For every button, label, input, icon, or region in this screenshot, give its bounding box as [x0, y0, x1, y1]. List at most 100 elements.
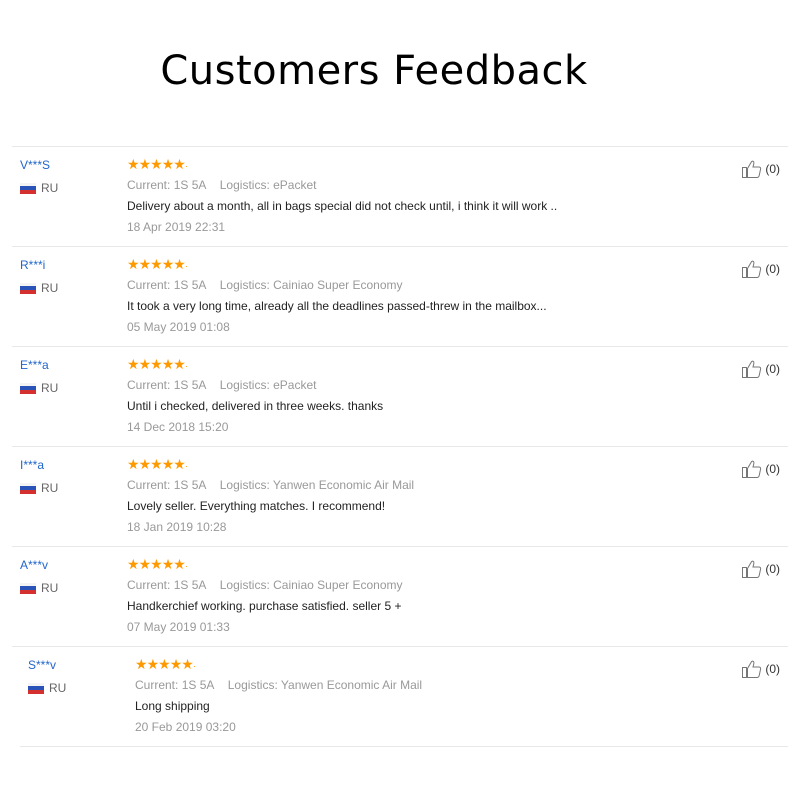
russia-flag-icon — [28, 682, 44, 694]
helpful-count: (0) — [765, 662, 780, 676]
logistics-label: Logistics: — [219, 378, 270, 392]
order-info: Current: 1S 5A Logistics: Cainiao Super … — [127, 578, 403, 592]
logistics-label: Logistics: — [219, 278, 270, 292]
logistics-value: Cainiao Super Economy — [273, 278, 403, 292]
buyer-name[interactable]: R***i — [20, 258, 45, 272]
star-icon: ★ — [127, 356, 140, 372]
rating-stars: ★★★★★· — [135, 656, 196, 674]
russia-flag-icon — [20, 182, 36, 194]
logistics-label: Logistics: — [219, 178, 270, 192]
feedback-date: 14 Dec 2018 15:20 — [127, 420, 229, 434]
thumbs-up-icon[interactable] — [741, 659, 763, 679]
feedback-comment: Long shipping — [135, 699, 210, 713]
feedback-date: 20 Feb 2019 03:20 — [135, 720, 236, 734]
feedback-date: 07 May 2019 01:33 — [127, 620, 230, 634]
logistics-label: Logistics: — [227, 678, 278, 692]
helpful-button[interactable]: (0) — [741, 359, 780, 379]
feedback-item: I***a RU ★★★★★· Current: 1S 5A Logistics… — [12, 447, 788, 547]
feedback-comment: Delivery about a month, all in bags spec… — [127, 199, 558, 213]
star-icon: ★ — [127, 256, 140, 272]
thumbs-up-icon[interactable] — [741, 359, 763, 379]
star-icon: ★ — [150, 256, 163, 272]
star-icon: ★ — [173, 456, 186, 472]
helpful-count: (0) — [765, 462, 780, 476]
feedback-item: V***S RU ★★★★★· Current: 1S 5A Logistics… — [12, 147, 788, 247]
helpful-button[interactable]: (0) — [741, 559, 780, 579]
feedback-item: S***v RU ★★★★★· Current: 1S 5A Logistics… — [20, 647, 788, 747]
helpful-button[interactable]: (0) — [741, 459, 780, 479]
star-icon: ★ — [173, 556, 186, 572]
buyer-name[interactable]: A***v — [20, 558, 48, 572]
order-info: Current: 1S 5A Logistics: Yanwen Economi… — [135, 678, 422, 692]
feedback-item: E***a RU ★★★★★· Current: 1S 5A Logistics… — [12, 347, 788, 447]
country-code: RU — [41, 481, 59, 495]
star-icon: ★ — [138, 456, 152, 472]
star-separator: · — [192, 661, 196, 671]
order-info: Current: 1S 5A Logistics: ePacket — [127, 178, 316, 192]
rating-stars: ★★★★★· — [127, 256, 188, 274]
buyer-name[interactable]: S***v — [28, 658, 56, 672]
country-code: RU — [41, 381, 59, 395]
rating-stars: ★★★★★· — [127, 156, 188, 174]
logistics-value: ePacket — [273, 178, 317, 192]
logistics-value: Cainiao Super Economy — [273, 578, 403, 592]
star-icon: ★ — [127, 556, 140, 572]
buyer-name[interactable]: V***S — [20, 158, 50, 172]
star-separator: · — [184, 561, 188, 571]
current-value: 1S 5A — [173, 378, 207, 392]
order-info: Current: 1S 5A Logistics: Cainiao Super … — [127, 278, 403, 292]
star-icon: ★ — [161, 256, 175, 272]
logistics-value: Yanwen Economic Air Mail — [280, 678, 423, 692]
feedback-date: 18 Apr 2019 22:31 — [127, 220, 226, 234]
helpful-button[interactable]: (0) — [741, 659, 780, 679]
feedback-comment: Until i checked, delivered in three week… — [127, 399, 384, 413]
buyer-country: RU — [20, 581, 58, 595]
current-label: Current: — [135, 678, 179, 692]
star-icon: ★ — [127, 156, 140, 172]
feedback-list: V***S RU ★★★★★· Current: 1S 5A Logistics… — [12, 146, 788, 747]
current-value: 1S 5A — [181, 678, 215, 692]
feedback-date: 18 Jan 2019 10:28 — [127, 520, 227, 534]
current-value: 1S 5A — [173, 478, 207, 492]
star-icon: ★ — [173, 156, 186, 172]
feedback-item: A***v RU ★★★★★· Current: 1S 5A Logistics… — [12, 547, 788, 647]
helpful-button[interactable]: (0) — [741, 259, 780, 279]
thumbs-up-icon[interactable] — [741, 459, 763, 479]
logistics-value: Yanwen Economic Air Mail — [272, 478, 415, 492]
current-label: Current: — [127, 378, 171, 392]
rating-stars: ★★★★★· — [127, 356, 188, 374]
helpful-button[interactable]: (0) — [741, 159, 780, 179]
logistics-value: ePacket — [273, 378, 317, 392]
feedback-comment: Handkerchief working. purchase satisfied… — [127, 599, 402, 613]
country-code: RU — [41, 281, 59, 295]
country-code: RU — [49, 681, 67, 695]
star-icon: ★ — [127, 456, 140, 472]
russia-flag-icon — [20, 582, 36, 594]
order-info: Current: 1S 5A Logistics: Yanwen Economi… — [127, 478, 414, 492]
star-icon: ★ — [181, 656, 194, 672]
star-icon: ★ — [169, 656, 183, 672]
star-separator: · — [184, 361, 188, 371]
thumbs-up-icon[interactable] — [741, 559, 763, 579]
buyer-country: RU — [20, 181, 58, 195]
star-icon: ★ — [158, 656, 171, 672]
star-icon: ★ — [135, 656, 148, 672]
star-icon: ★ — [150, 356, 163, 372]
buyer-name[interactable]: E***a — [20, 358, 49, 372]
star-icon: ★ — [161, 356, 175, 372]
star-icon: ★ — [150, 156, 163, 172]
logistics-label: Logistics: — [219, 478, 270, 492]
country-code: RU — [41, 181, 59, 195]
page-title: Customers Feedback — [160, 48, 588, 94]
feedback-date: 05 May 2019 01:08 — [127, 320, 230, 334]
helpful-count: (0) — [765, 562, 780, 576]
thumbs-up-icon[interactable] — [741, 159, 763, 179]
feedback-comment: Lovely seller. Everything matches. I rec… — [127, 499, 386, 513]
buyer-country: RU — [20, 281, 58, 295]
rating-stars: ★★★★★· — [127, 556, 188, 574]
thumbs-up-icon[interactable] — [741, 259, 763, 279]
helpful-count: (0) — [765, 362, 780, 376]
buyer-name[interactable]: I***a — [20, 458, 44, 472]
star-icon: ★ — [173, 356, 186, 372]
feedback-item: R***i RU ★★★★★· Current: 1S 5A Logistics… — [12, 247, 788, 347]
